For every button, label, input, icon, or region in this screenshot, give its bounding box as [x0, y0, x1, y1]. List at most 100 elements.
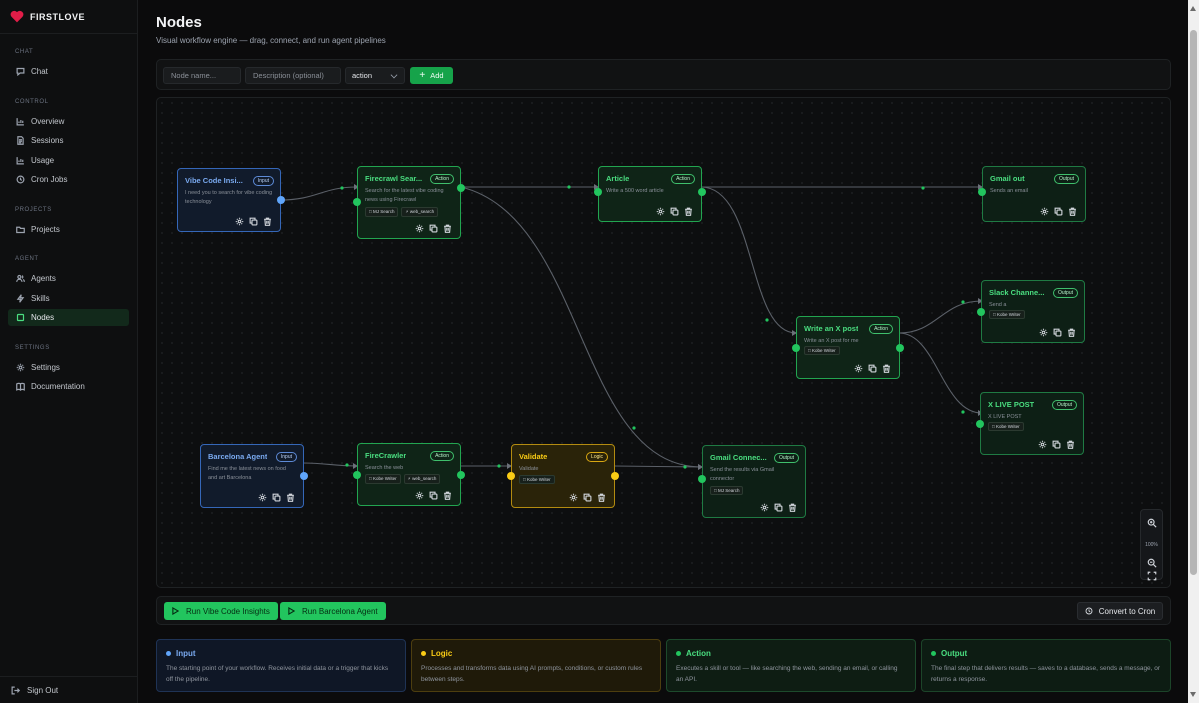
node-firecrawler[interactable]: FireCrawler Action Search the web □ Kobe… — [353, 443, 465, 506]
sign-out-button[interactable]: Sign Out — [0, 676, 138, 703]
trash-icon[interactable] — [443, 224, 452, 233]
output-port[interactable] — [611, 472, 619, 480]
output-port[interactable] — [277, 196, 285, 204]
run-barcelona-agent-button[interactable]: Run Barcelona Agent — [280, 602, 386, 620]
legend-input: Input The starting point of your workflo… — [156, 639, 406, 692]
copy-icon[interactable] — [272, 493, 281, 502]
gear-icon[interactable] — [415, 491, 424, 500]
workflow-canvas[interactable]: Vibe Code Insi... Input I need you to se… — [156, 97, 1171, 588]
sidebar-item-projects[interactable]: Projects — [8, 221, 129, 238]
copy-icon[interactable] — [429, 491, 438, 500]
node-validate[interactable]: Validate Logic Validate □ Kobe Writer — [507, 444, 619, 508]
sidebar-item-label: Settings — [31, 363, 60, 372]
node-firecrawl-search[interactable]: Firecrawl Sear... Action Search for the … — [353, 166, 465, 239]
copy-icon[interactable] — [583, 493, 592, 502]
copy-icon[interactable] — [868, 364, 877, 373]
brand[interactable]: FIRSTLOVE — [0, 0, 137, 34]
output-port[interactable] — [698, 188, 706, 196]
sidebar-item-documentation[interactable]: Documentation — [8, 378, 129, 395]
copy-icon[interactable] — [1053, 328, 1062, 337]
gear-icon[interactable] — [1038, 440, 1047, 449]
sidebar-item-overview[interactable]: Overview — [8, 113, 129, 130]
node-slack-channel[interactable]: Slack Channe... Output Send a □ Kobe Wri… — [977, 280, 1085, 343]
sidebar-item-nodes[interactable]: Nodes — [8, 309, 129, 326]
legend-title: Logic — [431, 649, 453, 658]
fit-view-button[interactable] — [1147, 568, 1157, 581]
scrollbar[interactable] — [1188, 0, 1199, 703]
scroll-up-icon[interactable] — [1190, 6, 1196, 11]
gear-icon[interactable] — [258, 493, 267, 502]
node-barcelona-agent[interactable]: Barcelona Agent Input Find me the latest… — [200, 444, 308, 508]
copy-icon[interactable] — [1052, 440, 1061, 449]
run-vibe-code-insights-button[interactable]: Run Vibe Code Insights — [164, 602, 278, 620]
trash-icon[interactable] — [286, 493, 295, 502]
gear-icon[interactable] — [235, 217, 244, 226]
trash-icon[interactable] — [1067, 328, 1076, 337]
scrollbar-thumb[interactable] — [1190, 30, 1197, 575]
input-port[interactable] — [792, 344, 800, 352]
output-port[interactable] — [457, 471, 465, 479]
zoom-in-button[interactable] — [1147, 515, 1157, 528]
convert-to-cron-button[interactable]: Convert to Cron — [1077, 602, 1163, 620]
gear-icon[interactable] — [1039, 328, 1048, 337]
trash-icon[interactable] — [597, 493, 606, 502]
edge-midpoint — [921, 186, 925, 190]
sidebar-item-label: Projects — [31, 225, 60, 234]
copy-icon[interactable] — [670, 207, 679, 216]
output-port[interactable] — [457, 184, 465, 192]
node-gmail-connector[interactable]: Gmail Connec... Output Send the results … — [698, 445, 806, 518]
sidebar-item-skills[interactable]: Skills — [8, 290, 129, 307]
sidebar-item-chat[interactable]: Chat — [8, 63, 129, 80]
gear-icon[interactable] — [854, 364, 863, 373]
node-name: Validate — [519, 452, 548, 461]
gear-icon[interactable] — [569, 493, 578, 502]
sidebar-item-settings[interactable]: Settings — [8, 359, 129, 376]
gear-icon[interactable] — [656, 207, 665, 216]
sidebar-item-label: Chat — [31, 67, 48, 76]
trash-icon[interactable] — [443, 491, 452, 500]
node-name: Vibe Code Insi... — [185, 176, 243, 185]
zoom-out-button[interactable] — [1147, 555, 1157, 568]
input-port[interactable] — [353, 471, 361, 479]
node-write-x-post[interactable]: Write an X post Action Write an X post f… — [792, 316, 904, 379]
sidebar-item-cron-jobs[interactable]: Cron Jobs — [8, 171, 129, 188]
node-x-live-post[interactable]: X LIVE POST Output X LIVE POST □ Kobe Wr… — [976, 392, 1084, 455]
trash-icon[interactable] — [263, 217, 272, 226]
input-port[interactable] — [353, 198, 361, 206]
node-gmail-out[interactable]: Gmail out Output Sends an email — [978, 166, 1086, 222]
sidebar-item-sessions[interactable]: Sessions — [8, 132, 129, 149]
copy-icon[interactable] — [774, 503, 783, 512]
trash-icon[interactable] — [1066, 440, 1075, 449]
sidebar-item-usage[interactable]: Usage — [8, 152, 129, 169]
input-port[interactable] — [978, 188, 986, 196]
trash-icon[interactable] — [684, 207, 693, 216]
legend-title: Output — [941, 649, 968, 658]
trash-icon[interactable] — [1068, 207, 1077, 216]
input-port[interactable] — [976, 420, 984, 428]
node-type-badge: Action — [671, 174, 695, 184]
trash-icon[interactable] — [788, 503, 797, 512]
input-port[interactable] — [698, 475, 706, 483]
gear-icon[interactable] — [760, 503, 769, 512]
node-name-input[interactable] — [163, 67, 241, 84]
node-name: Barcelona Agent — [208, 452, 268, 461]
input-port[interactable] — [594, 188, 602, 196]
node-article[interactable]: Article Action Write a 500 word article — [594, 166, 706, 222]
node-toolbar: action + Add — [156, 59, 1171, 90]
gear-icon[interactable] — [415, 224, 424, 233]
copy-icon[interactable] — [1054, 207, 1063, 216]
node-type-select[interactable]: action — [345, 67, 405, 84]
input-port[interactable] — [507, 472, 515, 480]
copy-icon[interactable] — [429, 224, 438, 233]
output-port[interactable] — [896, 344, 904, 352]
trash-icon[interactable] — [882, 364, 891, 373]
copy-icon[interactable] — [249, 217, 258, 226]
gear-icon[interactable] — [1040, 207, 1049, 216]
add-node-button[interactable]: + Add — [410, 67, 453, 84]
scroll-down-icon[interactable] — [1190, 692, 1196, 697]
node-description-input[interactable] — [245, 67, 341, 84]
sidebar-item-agents[interactable]: Agents — [8, 270, 129, 287]
node-vibe-code-insights[interactable]: Vibe Code Insi... Input I need you to se… — [177, 168, 285, 232]
output-port[interactable] — [300, 472, 308, 480]
input-port[interactable] — [977, 308, 985, 316]
